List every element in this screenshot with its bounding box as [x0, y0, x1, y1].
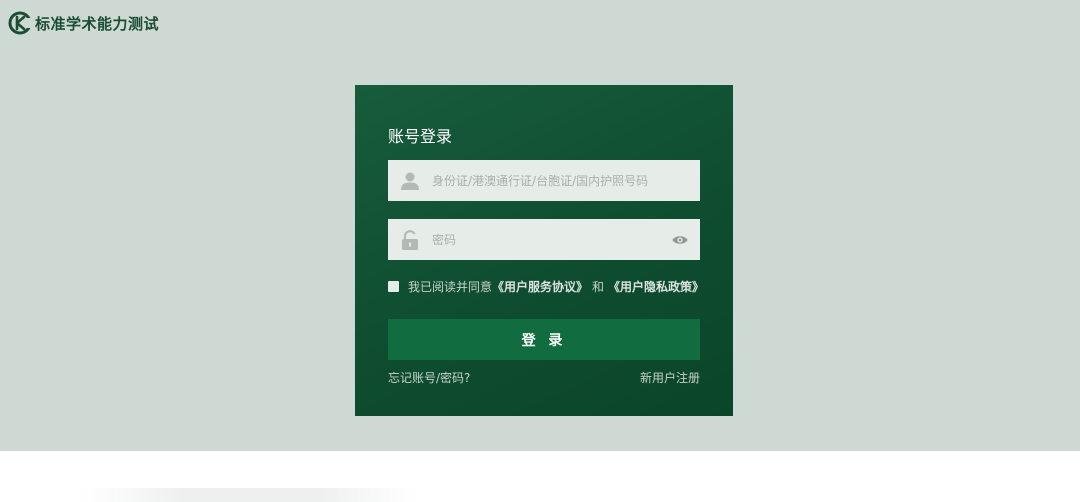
password-field[interactable] — [388, 219, 700, 260]
lock-icon — [388, 229, 432, 250]
user-icon — [388, 171, 432, 191]
login-card: 账号登录 我已阅读并同意 《用 — [355, 85, 733, 416]
login-button[interactable]: 登 录 — [388, 319, 700, 360]
ck-logo-icon — [8, 11, 32, 35]
agreement-connector: 和 — [592, 280, 605, 294]
password-input[interactable] — [432, 219, 660, 260]
id-number-field[interactable] — [388, 160, 700, 201]
privacy-policy-link[interactable]: 《用户隐私政策》 — [608, 278, 704, 295]
eye-icon[interactable] — [660, 234, 700, 246]
forgot-password-link[interactable]: 忘记账号/密码? — [388, 369, 470, 386]
id-number-input[interactable] — [432, 160, 700, 201]
agreement-checkbox[interactable] — [388, 281, 399, 292]
agreement-row: 我已阅读并同意 《用户服务协议》 和 《用户隐私政策》 — [388, 278, 704, 295]
user-agreement-link[interactable]: 《用户服务协议》 — [492, 278, 588, 295]
site-title: 标准学术能力测试 — [35, 14, 160, 33]
login-title: 账号登录 — [388, 127, 453, 146]
site-logo[interactable]: 标准学术能力测试 — [8, 11, 159, 35]
agreement-prefix: 我已阅读并同意 — [408, 280, 493, 294]
footer-shadow — [80, 488, 420, 502]
register-link[interactable]: 新用户注册 — [640, 369, 700, 386]
